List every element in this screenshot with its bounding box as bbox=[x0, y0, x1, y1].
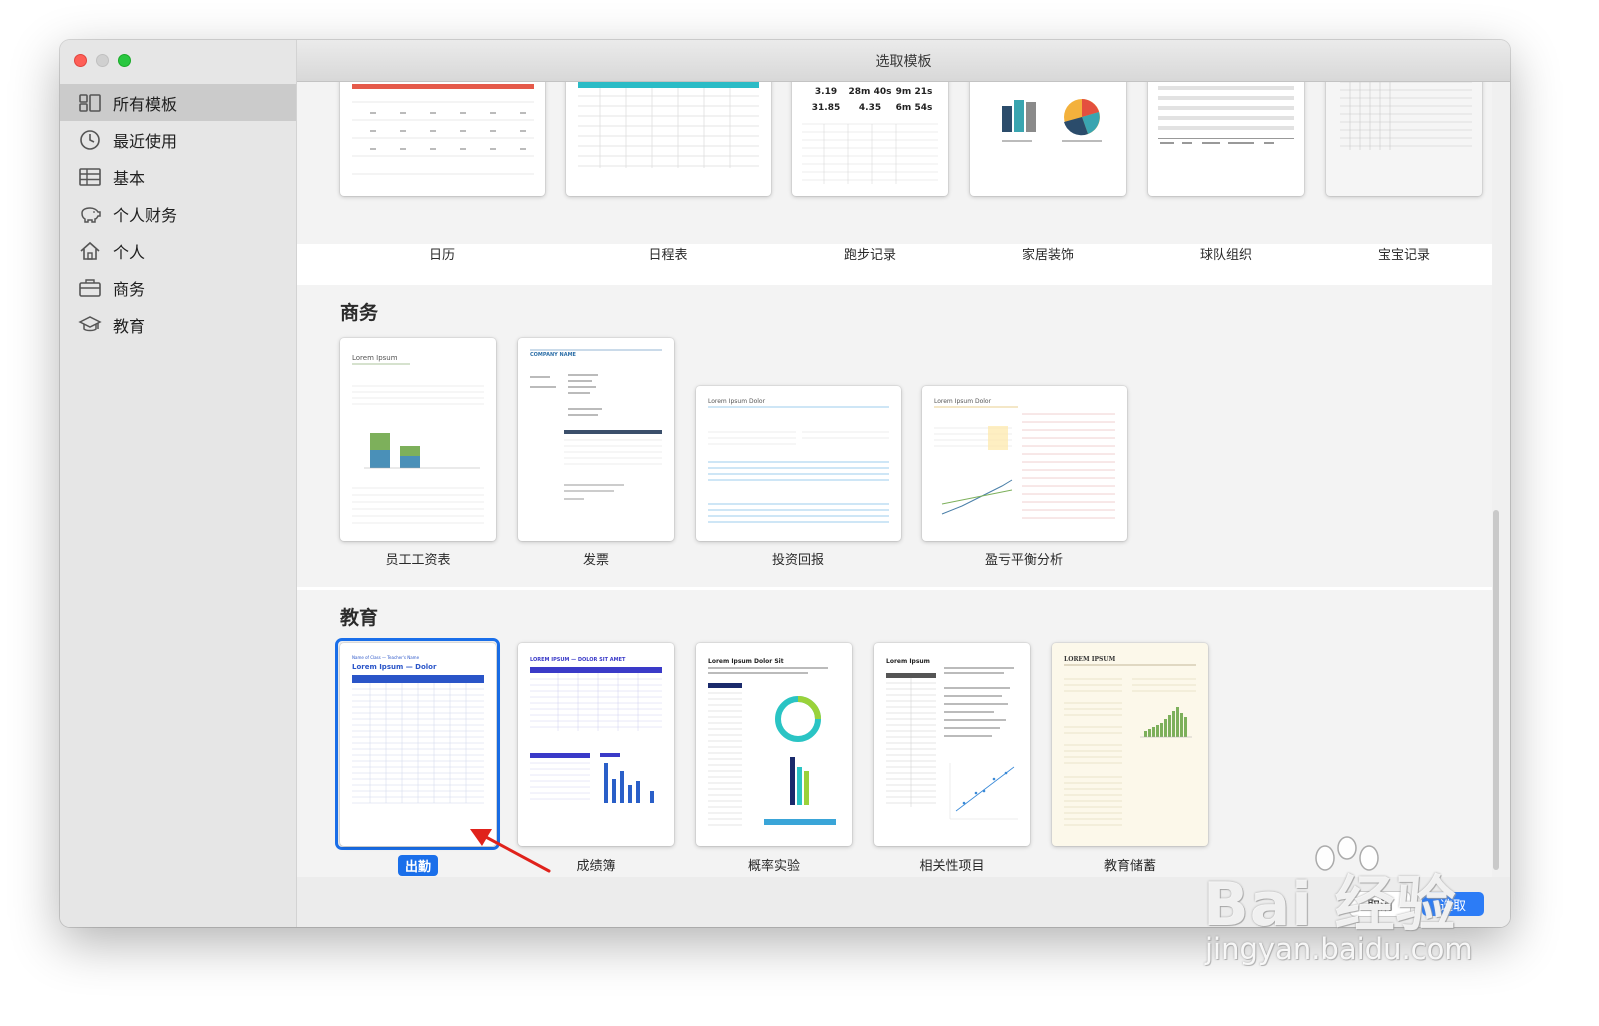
house-icon bbox=[78, 240, 102, 262]
sidebar-item-label: 商务 bbox=[113, 279, 146, 299]
cancel-button[interactable]: 取消 bbox=[1350, 892, 1410, 916]
maximize-window-button[interactable] bbox=[118, 54, 131, 67]
thumb-heading: Lorem Ipsum bbox=[886, 658, 930, 665]
sidebar-item-label: 所有模板 bbox=[113, 94, 178, 114]
sidebar-item-label: 最近使用 bbox=[113, 131, 178, 151]
thumb-heading: Lorem Ipsum bbox=[352, 354, 398, 362]
template-thumbnail[interactable]: Name of Class — Teacher's Name Lorem Ips… bbox=[340, 643, 496, 846]
thumb-heading: Lorem Ipsum Dolor bbox=[934, 398, 992, 405]
template-label: 球队组织 bbox=[1199, 248, 1253, 263]
choose-button[interactable]: 选取 bbox=[1422, 892, 1484, 916]
template-label: 日程表 bbox=[648, 248, 688, 263]
sidebar-list: 所有模板 最近使用 基本 个人财务 个人 商务 教育 bbox=[60, 84, 296, 343]
template-label: 相关性项目 bbox=[919, 859, 985, 874]
piggy-bank-icon bbox=[78, 203, 102, 225]
window-controls bbox=[74, 54, 131, 67]
section-title-education: 教育 bbox=[340, 607, 379, 629]
table-icon bbox=[78, 166, 102, 188]
scrollbar-thumb[interactable] bbox=[1493, 510, 1499, 870]
template-label: 家居装饰 bbox=[1021, 248, 1075, 263]
run-stat-6: 6m 54s bbox=[896, 103, 933, 113]
briefcase-icon bbox=[78, 277, 102, 299]
footer-bar: 取消 选取 bbox=[297, 877, 1510, 927]
grid-icon bbox=[78, 92, 102, 114]
template-thumbnail[interactable] bbox=[340, 82, 545, 196]
sidebar-item-personal-finance[interactable]: 个人财务 bbox=[60, 195, 296, 232]
template-thumbnail[interactable]: LOREM IPSUM — DOLOR SIT AMET bbox=[518, 643, 674, 846]
thumb-heading: LOREM IPSUM — DOLOR SIT AMET bbox=[530, 657, 626, 663]
template-label: 宝宝记录 bbox=[1377, 248, 1431, 263]
template-label: 成绩簿 bbox=[576, 859, 616, 874]
template-thumbnail[interactable]: Lorem Ipsum Dolor bbox=[922, 386, 1127, 541]
template-label: 发票 bbox=[582, 553, 610, 568]
template-thumbnail[interactable]: Lorem Ipsum bbox=[874, 643, 1030, 846]
sidebar-item-recent[interactable]: 最近使用 bbox=[60, 121, 296, 158]
template-label: 出勤 bbox=[397, 855, 439, 876]
thumb-heading: Lorem Ipsum Dolor Sit bbox=[708, 658, 784, 665]
sidebar-item-label: 教育 bbox=[113, 316, 146, 336]
run-stat-1: 3.19 bbox=[815, 87, 837, 97]
sidebar-item-education[interactable]: 教育 bbox=[60, 306, 296, 343]
template-label: 日历 bbox=[428, 248, 456, 263]
run-stat-5: 4.35 bbox=[859, 103, 881, 113]
window-title: 选取模板 bbox=[875, 53, 932, 70]
thumb-heading: LOREM IPSUM bbox=[1064, 656, 1116, 663]
template-thumbnail[interactable]: 3.19 28m 40s 9m 21s 31.85 4.35 6m 54s bbox=[792, 82, 948, 196]
sidebar-item-personal[interactable]: 个人 bbox=[60, 232, 296, 269]
sidebar-item-business[interactable]: 商务 bbox=[60, 269, 296, 306]
thumb-heading: COMPANY NAME bbox=[530, 352, 577, 358]
run-stat-2: 28m 40s bbox=[849, 87, 892, 97]
template-thumbnail[interactable] bbox=[1326, 82, 1482, 196]
template-label: 教育储蓄 bbox=[1103, 859, 1157, 874]
run-stat-4: 31.85 bbox=[812, 103, 840, 113]
watermark-url: jingyan.baidu.com bbox=[1205, 932, 1473, 966]
template-label: 盈亏平衡分析 bbox=[984, 553, 1064, 568]
template-label: 投资回报 bbox=[771, 553, 825, 568]
graduation-cap-icon bbox=[78, 314, 102, 336]
template-thumbnail[interactable]: LOREM IPSUM bbox=[1052, 643, 1208, 846]
template-thumbnail[interactable] bbox=[566, 82, 771, 196]
title-bar: 选取模板 bbox=[297, 40, 1510, 82]
sidebar-item-label: 基本 bbox=[113, 168, 146, 188]
template-thumbnail[interactable]: Lorem Ipsum Dolor bbox=[696, 386, 901, 541]
template-label: 员工工资表 bbox=[385, 553, 451, 568]
sidebar-item-all-templates[interactable]: 所有模板 bbox=[60, 84, 296, 121]
thumb-subheading: Name of Class — Teacher's Name bbox=[352, 655, 420, 660]
template-thumbnail[interactable] bbox=[970, 82, 1126, 196]
minimize-window-button[interactable] bbox=[96, 54, 109, 67]
template-label: 跑步记录 bbox=[843, 248, 897, 263]
sidebar: 所有模板 最近使用 基本 个人财务 个人 商务 教育 bbox=[60, 40, 297, 927]
template-gallery: 日历 日程表 3.19 28m 40s 9m 21s 31.85 4.35 6m… bbox=[297, 82, 1492, 877]
template-thumbnail[interactable] bbox=[1148, 82, 1304, 196]
template-thumbnail[interactable]: COMPANY NAME bbox=[518, 338, 674, 541]
template-thumbnail[interactable]: Lorem Ipsum Dolor Sit bbox=[696, 643, 852, 846]
template-label: 概率实验 bbox=[747, 859, 801, 874]
sidebar-item-basic[interactable]: 基本 bbox=[60, 158, 296, 195]
annotation-arrow-icon bbox=[470, 829, 551, 873]
sidebar-item-label: 个人 bbox=[113, 242, 146, 262]
template-thumbnail[interactable]: Lorem Ipsum bbox=[340, 338, 496, 541]
thumb-heading: Lorem Ipsum — Dolor bbox=[352, 663, 437, 671]
section-title-business: 商务 bbox=[340, 302, 379, 324]
sidebar-item-label: 个人财务 bbox=[113, 205, 178, 225]
clock-icon bbox=[78, 129, 102, 151]
thumb-heading: Lorem Ipsum Dolor bbox=[708, 398, 766, 405]
run-stat-3: 9m 21s bbox=[896, 87, 933, 97]
template-chooser-window: 所有模板 最近使用 基本 个人财务 个人 商务 教育 选取模板 日历 日程表 3… bbox=[60, 40, 1510, 927]
close-window-button[interactable] bbox=[74, 54, 87, 67]
